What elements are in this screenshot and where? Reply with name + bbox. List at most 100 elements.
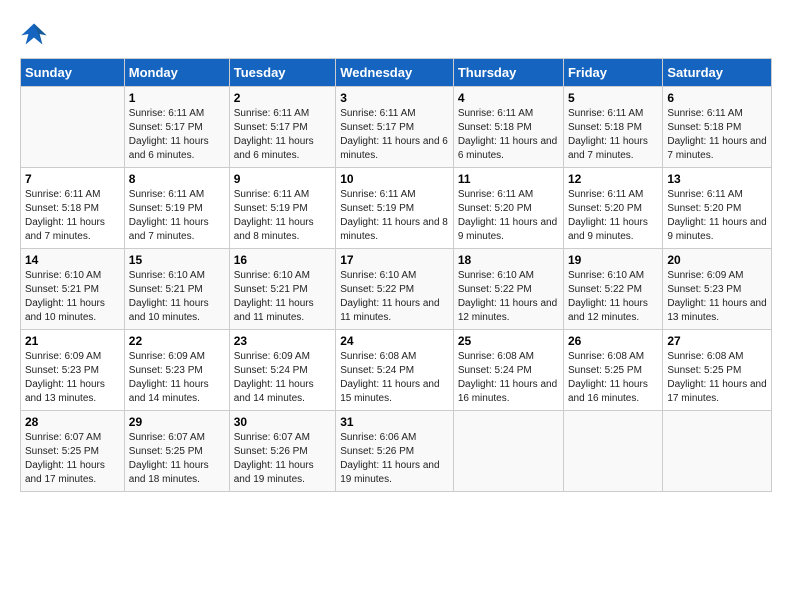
day-info: Sunrise: 6:11 AMSunset: 5:17 PMDaylight:… (234, 107, 331, 163)
day-info: Sunrise: 6:10 AMSunset: 5:21 PMDaylight:… (234, 269, 331, 325)
calendar-cell: 28 Sunrise: 6:07 AMSunset: 5:25 PMDayligh… (21, 411, 125, 492)
calendar-week-3: 14 Sunrise: 6:10 AMSunset: 5:21 PMDayligh… (21, 249, 772, 330)
calendar-cell: 23 Sunrise: 6:09 AMSunset: 5:24 PMDayligh… (229, 330, 335, 411)
calendar-cell: 21 Sunrise: 6:09 AMSunset: 5:23 PMDayligh… (21, 330, 125, 411)
day-number: 20 (667, 253, 767, 267)
calendar-week-5: 28 Sunrise: 6:07 AMSunset: 5:25 PMDayligh… (21, 411, 772, 492)
day-info: Sunrise: 6:07 AMSunset: 5:25 PMDaylight:… (129, 431, 225, 487)
day-number: 2 (234, 91, 331, 105)
calendar-week-1: 1 Sunrise: 6:11 AMSunset: 5:17 PMDaylight… (21, 87, 772, 168)
day-info: Sunrise: 6:06 AMSunset: 5:26 PMDaylight:… (340, 431, 449, 487)
day-info: Sunrise: 6:11 AMSunset: 5:18 PMDaylight:… (568, 107, 658, 163)
day-info: Sunrise: 6:11 AMSunset: 5:18 PMDaylight:… (458, 107, 559, 163)
day-info: Sunrise: 6:08 AMSunset: 5:25 PMDaylight:… (568, 350, 658, 406)
day-number: 30 (234, 415, 331, 429)
calendar-cell (21, 87, 125, 168)
day-number: 17 (340, 253, 449, 267)
calendar-cell: 14 Sunrise: 6:10 AMSunset: 5:21 PMDayligh… (21, 249, 125, 330)
calendar-cell (563, 411, 662, 492)
weekday-header-wednesday: Wednesday (336, 59, 454, 87)
day-info: Sunrise: 6:08 AMSunset: 5:24 PMDaylight:… (458, 350, 559, 406)
calendar-cell: 30 Sunrise: 6:07 AMSunset: 5:26 PMDayligh… (229, 411, 335, 492)
day-info: Sunrise: 6:11 AMSunset: 5:17 PMDaylight:… (340, 107, 449, 163)
calendar-cell: 6 Sunrise: 6:11 AMSunset: 5:18 PMDaylight… (663, 87, 772, 168)
weekday-header-thursday: Thursday (453, 59, 563, 87)
day-number: 5 (568, 91, 658, 105)
day-info: Sunrise: 6:09 AMSunset: 5:23 PMDaylight:… (667, 269, 767, 325)
weekday-header-row: SundayMondayTuesdayWednesdayThursdayFrid… (21, 59, 772, 87)
day-number: 27 (667, 334, 767, 348)
day-number: 28 (25, 415, 120, 429)
weekday-header-saturday: Saturday (663, 59, 772, 87)
day-number: 23 (234, 334, 331, 348)
day-info: Sunrise: 6:10 AMSunset: 5:22 PMDaylight:… (458, 269, 559, 325)
calendar-week-4: 21 Sunrise: 6:09 AMSunset: 5:23 PMDayligh… (21, 330, 772, 411)
day-number: 21 (25, 334, 120, 348)
logo (20, 20, 52, 48)
day-info: Sunrise: 6:11 AMSunset: 5:20 PMDaylight:… (458, 188, 559, 244)
weekday-header-monday: Monday (124, 59, 229, 87)
day-number: 8 (129, 172, 225, 186)
day-info: Sunrise: 6:11 AMSunset: 5:17 PMDaylight:… (129, 107, 225, 163)
day-info: Sunrise: 6:11 AMSunset: 5:18 PMDaylight:… (25, 188, 120, 244)
day-info: Sunrise: 6:07 AMSunset: 5:25 PMDaylight:… (25, 431, 120, 487)
day-number: 15 (129, 253, 225, 267)
day-info: Sunrise: 6:11 AMSunset: 5:18 PMDaylight:… (667, 107, 767, 163)
day-number: 29 (129, 415, 225, 429)
day-info: Sunrise: 6:11 AMSunset: 5:20 PMDaylight:… (568, 188, 658, 244)
day-number: 25 (458, 334, 559, 348)
day-number: 11 (458, 172, 559, 186)
logo-bird-icon (20, 20, 48, 48)
day-info: Sunrise: 6:11 AMSunset: 5:19 PMDaylight:… (234, 188, 331, 244)
day-info: Sunrise: 6:09 AMSunset: 5:23 PMDaylight:… (129, 350, 225, 406)
day-number: 4 (458, 91, 559, 105)
day-number: 14 (25, 253, 120, 267)
calendar-cell: 3Sunrise: 6:11 AMSunset: 5:17 PMDaylight… (336, 87, 454, 168)
weekday-header-sunday: Sunday (21, 59, 125, 87)
calendar-cell: 4 Sunrise: 6:11 AMSunset: 5:18 PMDaylight… (453, 87, 563, 168)
day-info: Sunrise: 6:10 AMSunset: 5:21 PMDaylight:… (25, 269, 120, 325)
calendar-cell (453, 411, 563, 492)
day-info: Sunrise: 6:10 AMSunset: 5:22 PMDaylight:… (340, 269, 449, 325)
day-info: Sunrise: 6:08 AMSunset: 5:25 PMDaylight:… (667, 350, 767, 406)
calendar-cell: 12 Sunrise: 6:11 AMSunset: 5:20 PMDayligh… (563, 168, 662, 249)
day-info: Sunrise: 6:07 AMSunset: 5:26 PMDaylight:… (234, 431, 331, 487)
calendar-cell: 1 Sunrise: 6:11 AMSunset: 5:17 PMDaylight… (124, 87, 229, 168)
day-number: 19 (568, 253, 658, 267)
calendar-cell: 13Sunrise: 6:11 AMSunset: 5:20 PMDayligh… (663, 168, 772, 249)
calendar-table: SundayMondayTuesdayWednesdayThursdayFrid… (20, 58, 772, 492)
calendar-cell: 31 Sunrise: 6:06 AMSunset: 5:26 PMDayligh… (336, 411, 454, 492)
day-number: 12 (568, 172, 658, 186)
calendar-cell: 19Sunrise: 6:10 AMSunset: 5:22 PMDayligh… (563, 249, 662, 330)
day-info: Sunrise: 6:09 AMSunset: 5:24 PMDaylight:… (234, 350, 331, 406)
day-number: 22 (129, 334, 225, 348)
calendar-cell: 9 Sunrise: 6:11 AMSunset: 5:19 PMDaylight… (229, 168, 335, 249)
calendar-cell (663, 411, 772, 492)
calendar-cell: 7Sunrise: 6:11 AMSunset: 5:18 PMDaylight… (21, 168, 125, 249)
calendar-cell: 8Sunrise: 6:11 AMSunset: 5:19 PMDaylight… (124, 168, 229, 249)
day-number: 1 (129, 91, 225, 105)
weekday-header-friday: Friday (563, 59, 662, 87)
day-number: 6 (667, 91, 767, 105)
calendar-cell: 20 Sunrise: 6:09 AMSunset: 5:23 PMDayligh… (663, 249, 772, 330)
day-number: 9 (234, 172, 331, 186)
day-info: Sunrise: 6:11 AMSunset: 5:19 PMDaylight:… (340, 188, 449, 244)
day-number: 31 (340, 415, 449, 429)
day-number: 10 (340, 172, 449, 186)
day-number: 24 (340, 334, 449, 348)
calendar-cell: 16Sunrise: 6:10 AMSunset: 5:21 PMDayligh… (229, 249, 335, 330)
calendar-week-2: 7Sunrise: 6:11 AMSunset: 5:18 PMDaylight… (21, 168, 772, 249)
calendar-cell: 15Sunrise: 6:10 AMSunset: 5:21 PMDayligh… (124, 249, 229, 330)
day-info: Sunrise: 6:08 AMSunset: 5:24 PMDaylight:… (340, 350, 449, 406)
calendar-cell: 5 Sunrise: 6:11 AMSunset: 5:18 PMDaylight… (563, 87, 662, 168)
day-number: 18 (458, 253, 559, 267)
calendar-cell: 17 Sunrise: 6:10 AMSunset: 5:22 PMDayligh… (336, 249, 454, 330)
calendar-cell: 10 Sunrise: 6:11 AMSunset: 5:19 PMDayligh… (336, 168, 454, 249)
calendar-cell: 29 Sunrise: 6:07 AMSunset: 5:25 PMDayligh… (124, 411, 229, 492)
calendar-cell: 27 Sunrise: 6:08 AMSunset: 5:25 PMDayligh… (663, 330, 772, 411)
calendar-cell: 26Sunrise: 6:08 AMSunset: 5:25 PMDayligh… (563, 330, 662, 411)
day-info: Sunrise: 6:11 AMSunset: 5:20 PMDaylight:… (667, 188, 767, 244)
day-info: Sunrise: 6:09 AMSunset: 5:23 PMDaylight:… (25, 350, 120, 406)
calendar-cell: 22 Sunrise: 6:09 AMSunset: 5:23 PMDayligh… (124, 330, 229, 411)
calendar-cell: 11 Sunrise: 6:11 AMSunset: 5:20 PMDayligh… (453, 168, 563, 249)
